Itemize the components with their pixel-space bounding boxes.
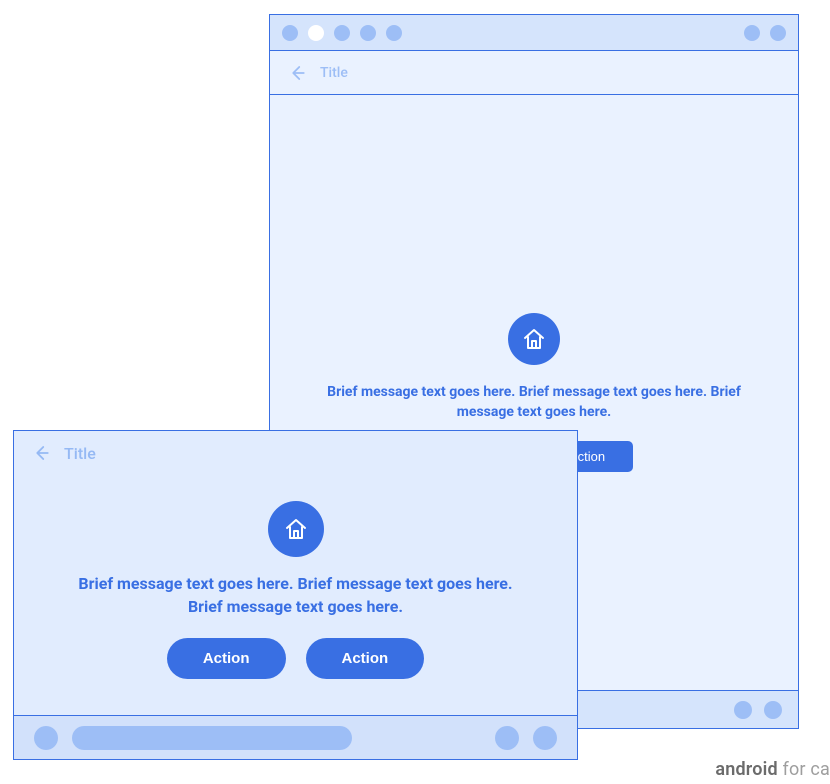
back-arrow-icon[interactable]	[32, 444, 50, 462]
nav-circle[interactable]	[533, 726, 557, 750]
status-dot	[360, 25, 376, 41]
page-title: Title	[320, 65, 348, 81]
back-arrow-icon[interactable]	[288, 64, 306, 82]
status-dot	[334, 25, 350, 41]
nav-dot[interactable]	[734, 701, 752, 719]
page-title: Title	[64, 444, 96, 463]
phone-landscape-wireframe-frame: Title Brief message text goes here. Brie…	[13, 430, 578, 760]
home-icon	[268, 501, 324, 557]
status-bar	[270, 15, 798, 51]
status-dots-right	[744, 25, 786, 41]
status-dot	[282, 25, 298, 41]
watermark-suffix: for ca	[778, 759, 830, 780]
status-dot	[770, 25, 786, 41]
app-header: Title	[270, 51, 798, 95]
status-dot	[744, 25, 760, 41]
app-header: Title	[14, 431, 577, 475]
watermark-brand: android	[715, 759, 777, 780]
message-text: Brief message text goes here. Brief mess…	[324, 383, 744, 422]
action-row: Action Action	[167, 638, 424, 679]
nav-pill[interactable]	[72, 726, 352, 750]
system-nav-bar	[14, 715, 577, 759]
action-button-1[interactable]: Action	[167, 638, 286, 679]
message-panel: Brief message text goes here. Brief mess…	[14, 475, 577, 715]
home-icon	[508, 313, 560, 365]
nav-circle[interactable]	[495, 726, 519, 750]
status-dot	[386, 25, 402, 41]
status-dot-active	[308, 25, 324, 41]
watermark: android for ca	[715, 759, 830, 780]
nav-circle[interactable]	[34, 726, 58, 750]
nav-dot[interactable]	[764, 701, 782, 719]
message-text: Brief message text goes here. Brief mess…	[76, 573, 516, 618]
action-button-2[interactable]: Action	[306, 638, 425, 679]
status-dots-left	[282, 25, 402, 41]
